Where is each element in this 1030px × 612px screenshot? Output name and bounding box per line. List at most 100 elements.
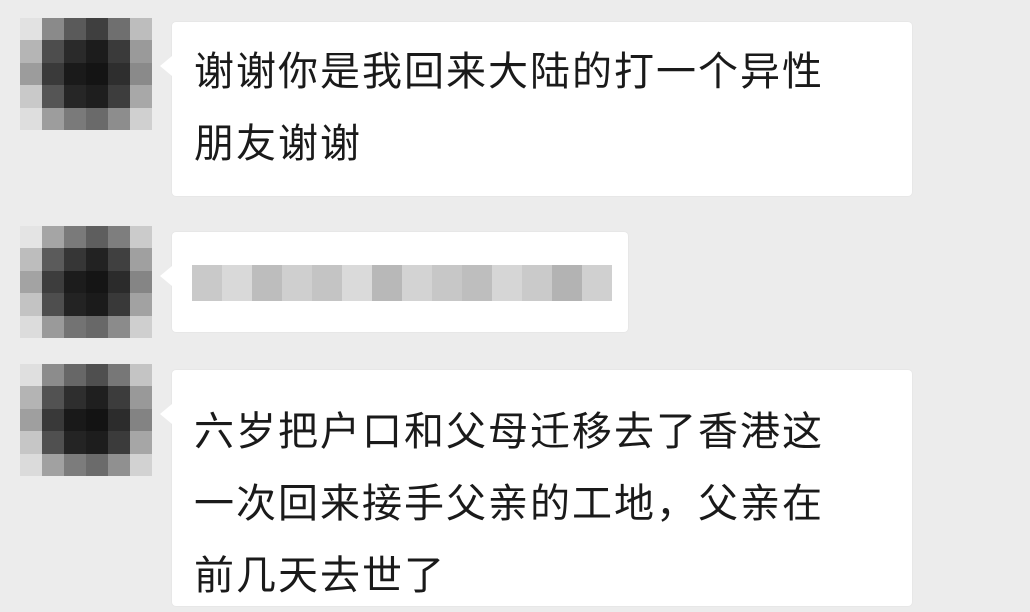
avatar-pixel	[42, 18, 64, 41]
avatar-pixel	[130, 85, 152, 108]
avatar-pixel	[42, 85, 64, 108]
avatar-pixel	[130, 431, 152, 454]
avatar-pixel	[108, 408, 130, 432]
avatar-pixel	[42, 453, 64, 476]
redacted-pixel	[312, 265, 342, 301]
avatar-pixel	[20, 431, 42, 454]
avatar-pixel	[108, 40, 130, 63]
message-bubble[interactable]: 六岁把户口和父母迁移去了香港这 一次回来接手父亲的工地，父亲在 前几天去世了	[160, 370, 912, 606]
redacted-pixel	[582, 265, 612, 301]
avatar-pixel	[42, 270, 64, 294]
avatar-pixel	[42, 62, 64, 86]
avatar-pixel	[64, 18, 86, 41]
avatar-pixel	[86, 408, 108, 432]
avatar-pixel	[20, 408, 42, 432]
avatar-pixel	[64, 226, 86, 249]
message-bubble[interactable]: 谢谢你是我回来大陆的打一个异性 朋友谢谢	[160, 22, 912, 196]
avatar-pixel	[20, 226, 42, 249]
avatar-pixel	[64, 40, 86, 63]
avatar-pixel	[108, 364, 130, 387]
avatar-pixel	[42, 431, 64, 454]
avatar-pixel	[42, 40, 64, 63]
avatar-pixel	[108, 453, 130, 476]
redacted-pixel	[552, 265, 582, 301]
avatar-pixel	[20, 62, 42, 86]
avatar-pixel	[20, 386, 42, 409]
avatar-pixel	[86, 364, 108, 387]
avatar-pixel	[130, 18, 152, 41]
avatar-pixel	[86, 293, 108, 316]
avatar-pixel	[42, 315, 64, 338]
avatar-pixel	[86, 226, 108, 249]
redacted-pixel	[402, 265, 432, 301]
avatar-pixel	[20, 85, 42, 108]
redacted-pixel	[522, 265, 552, 301]
avatar-pixel	[64, 431, 86, 454]
avatar-pixel	[86, 85, 108, 108]
redacted-pixel	[222, 265, 252, 301]
avatar-pixel	[42, 226, 64, 249]
message-bubble-redacted[interactable]	[160, 232, 628, 332]
avatar-pixel	[64, 364, 86, 387]
redacted-text-blur	[192, 265, 612, 301]
redacted-pixel	[282, 265, 312, 301]
avatar-pixel	[20, 364, 42, 387]
avatar-pixel	[108, 85, 130, 108]
avatar-pixel	[64, 248, 86, 271]
avatar-pixel	[86, 315, 108, 338]
avatar-pixel	[86, 18, 108, 41]
avatar-pixel	[86, 107, 108, 130]
avatar-pixel	[64, 85, 86, 108]
redacted-pixel	[432, 265, 462, 301]
avatar-pixel	[86, 248, 108, 271]
avatar-pixel	[86, 431, 108, 454]
avatar-pixel	[64, 408, 86, 432]
avatar-pixel	[130, 270, 152, 294]
avatar-pixel	[108, 226, 130, 249]
avatar-pixel	[108, 386, 130, 409]
avatar-pixel	[108, 107, 130, 130]
avatar-pixel	[42, 293, 64, 316]
avatar-pixel	[20, 40, 42, 63]
message-text: 六岁把户口和父母迁移去了香港这 一次回来接手父亲的工地，父亲在 前几天去世了	[194, 409, 824, 599]
avatar-pixel	[86, 270, 108, 294]
avatar-pixel	[64, 62, 86, 86]
avatar-pixel	[20, 248, 42, 271]
avatar-pixel	[86, 62, 108, 86]
redacted-pixel	[342, 265, 372, 301]
avatar-pixel	[42, 248, 64, 271]
avatar-pixel	[42, 408, 64, 432]
avatar-pixel	[108, 431, 130, 454]
avatar-pixel	[20, 315, 42, 338]
avatar-pixel	[130, 226, 152, 249]
avatar-pixel	[20, 293, 42, 316]
avatar-pixel	[130, 364, 152, 387]
avatar-pixel	[64, 270, 86, 294]
avatar-pixelated-icon[interactable]	[20, 364, 152, 476]
message-text: 谢谢你是我回来大陆的打一个异性 朋友谢谢	[194, 49, 824, 167]
avatar-pixel	[130, 62, 152, 86]
avatar-pixelated-icon[interactable]	[20, 18, 152, 130]
avatar-pixel	[130, 248, 152, 271]
avatar-pixel	[64, 315, 86, 338]
redacted-pixel	[252, 265, 282, 301]
redacted-pixel	[492, 265, 522, 301]
avatar-pixel	[20, 270, 42, 294]
avatar-pixel	[130, 107, 152, 130]
redacted-pixel	[372, 265, 402, 301]
avatar-pixel	[130, 386, 152, 409]
avatar-pixel	[42, 386, 64, 409]
avatar-pixel	[64, 453, 86, 476]
avatar-pixel	[108, 270, 130, 294]
avatar-pixel	[86, 40, 108, 63]
avatar-pixelated-icon[interactable]	[20, 226, 152, 338]
avatar-pixel	[64, 107, 86, 130]
avatar-pixel	[42, 364, 64, 387]
avatar-pixel	[86, 453, 108, 476]
avatar-pixel	[130, 453, 152, 476]
avatar-pixel	[20, 18, 42, 41]
avatar-pixel	[20, 107, 42, 130]
avatar-pixel	[108, 248, 130, 271]
chat-window: 谢谢你是我回来大陆的打一个异性 朋友谢谢 六岁把户口和父母迁移去了香港这 一次回…	[0, 0, 1030, 606]
avatar-pixel	[64, 386, 86, 409]
